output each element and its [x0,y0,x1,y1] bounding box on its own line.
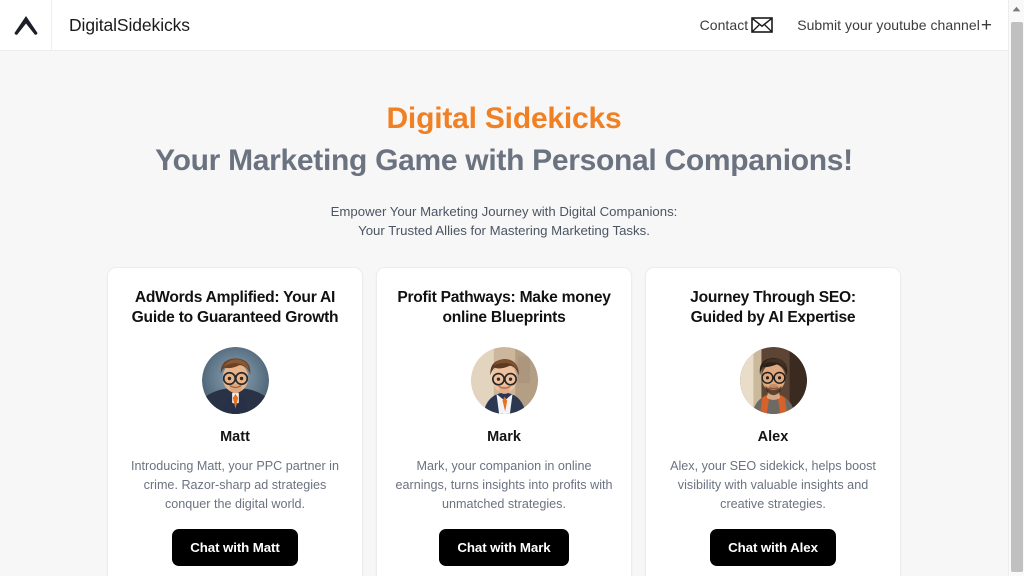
chat-with-matt-button[interactable]: Chat with Matt [172,528,298,566]
sidekick-card[interactable]: AdWords Amplified: Your AI Guide to Guar… [107,266,363,576]
brand-name: DigitalSidekicks [69,14,190,35]
card-title: AdWords Amplified: Your AI Guide to Guar… [131,288,339,327]
scrollbar-thumb[interactable] [1011,22,1023,572]
hero-subtitle-line-1: Empower Your Marketing Journey with Digi… [330,203,678,219]
hero-subtitle-line-2: Your Trusted Allies for Mastering Market… [358,223,650,239]
sidekick-card[interactable]: Profit Pathways: Make money online Bluep… [376,266,632,576]
brand[interactable]: DigitalSidekicks [0,0,190,51]
sidekick-card[interactable]: Journey Through SEO: Guided by AI Expert… [645,266,901,576]
nav-item-contact[interactable]: Contact [700,17,774,33]
card-name: Alex [757,428,789,445]
hero-subtitle: Empower Your Marketing Journey with Digi… [0,202,1008,241]
hero-section: Digital Sidekicks Your Marketing Game wi… [0,51,1008,241]
card-name: Matt [220,428,250,445]
card-name: Mark [487,428,521,445]
page-scrollbar[interactable] [1008,0,1024,576]
chat-with-mark-button[interactable]: Chat with Mark [439,528,569,566]
avatar-matt [201,346,269,414]
chevron-up-logo-icon[interactable] [0,0,52,51]
chat-with-alex-button[interactable]: Chat with Alex [710,528,836,566]
header-nav: Contact Submit your youtube channel + [700,16,994,35]
card-description: Alex, your SEO sidekick, helps boost vis… [670,458,876,511]
page-title-accent: Digital Sidekicks [386,102,622,135]
page-content: DigitalSidekicks Contact Submit your you… [0,0,1008,576]
avatar-mark [470,346,538,414]
card-title: Profit Pathways: Make money online Bluep… [397,288,611,327]
plus-icon: + [980,14,992,36]
site-header: DigitalSidekicks Contact Submit your you… [0,0,1008,51]
caret-up-icon[interactable] [1009,0,1024,17]
browser-viewport: DigitalSidekicks Contact Submit your you… [0,0,1024,576]
card-title: Journey Through SEO: Guided by AI Expert… [690,288,856,327]
card-description: Introducing Matt, your PPC partner in cr… [131,458,339,511]
card-description: Mark, your companion in online earnings,… [395,458,613,511]
page-title-main: Your Marketing Game with Personal Compan… [155,143,853,177]
sidekick-card-grid: AdWords Amplified: Your AI Guide to Guar… [0,266,1008,576]
nav-item-submit-channel[interactable]: Submit your youtube channel + [797,16,992,35]
avatar-alex [739,346,807,414]
envelope-icon [751,17,774,33]
nav-item-submit-channel-label: Submit your youtube channel [797,17,980,33]
nav-item-contact-label: Contact [699,17,749,33]
